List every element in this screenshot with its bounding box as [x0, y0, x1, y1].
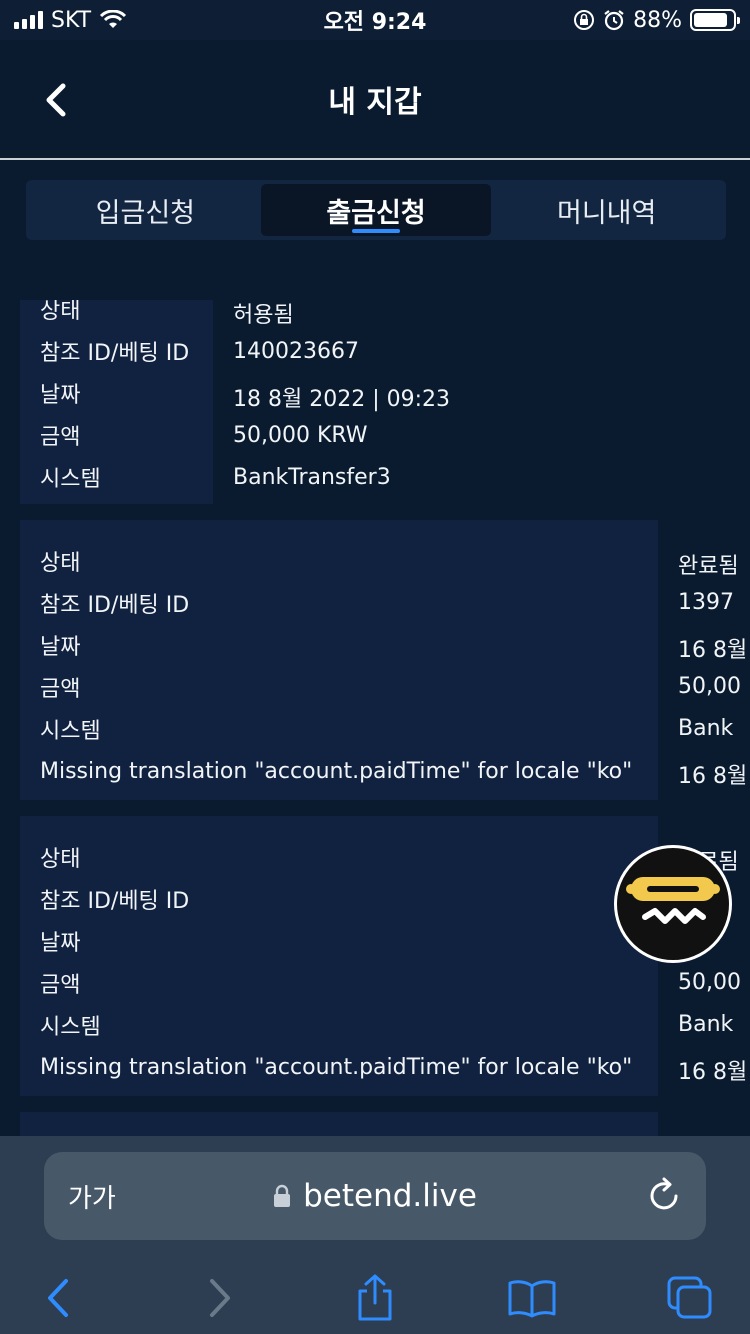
record-row: 금액 [40, 414, 193, 456]
record-row: 날짜 [40, 624, 638, 666]
record-value: 140023667 [233, 339, 359, 364]
record-row: Missing translation "account.paidTime" f… [40, 1046, 638, 1088]
browser-toolbar [0, 1262, 750, 1334]
bookmarks-button[interactable] [504, 1270, 560, 1326]
record-row: 시스템 [40, 1004, 638, 1046]
browser-back-button[interactable] [30, 1270, 86, 1326]
record-label: 날짜 [40, 635, 81, 660]
record-card: 상태 참조 ID/베팅 ID 날짜 금액 시스템 [20, 300, 213, 504]
record-value: Bank [678, 1012, 734, 1037]
record-label: 상태 [40, 551, 81, 576]
record-label: 시스템 [40, 1015, 101, 1040]
chevron-left-icon [48, 1279, 68, 1317]
url-text: betend.live [303, 1178, 477, 1214]
record-label: 금액 [40, 973, 81, 998]
record-value: 완료됨 [678, 554, 739, 579]
share-button[interactable] [347, 1270, 403, 1326]
record-row: 참조 ID/베팅 ID [40, 582, 638, 624]
url-display: betend.live [44, 1178, 706, 1214]
status-bar: SKT 오전 9:24 88% [0, 0, 750, 40]
record-row: 날짜 [40, 920, 638, 962]
record-row: 시스템 [40, 708, 638, 750]
record-row: 금액 [40, 666, 638, 708]
record-label: 참조 ID/베팅 ID [40, 341, 190, 366]
record-row: 날짜 [40, 372, 193, 414]
lock-icon [274, 1184, 291, 1207]
floating-logo-button[interactable] [614, 845, 732, 963]
record-value: 16 8월 [678, 1060, 748, 1085]
record-value: 50,000 KRW [233, 423, 368, 448]
hotdog-logo-icon [626, 877, 720, 924]
orientation-lock-icon [574, 10, 595, 30]
record-card: 상태 참조 ID/베팅 ID 날짜 금액 시스템 Missing transla… [20, 816, 658, 1096]
tabs-button[interactable] [662, 1270, 718, 1326]
record-label: 날짜 [40, 931, 81, 956]
record-card: 상태 참조 ID/베팅 ID 날짜 금액 시스템 Missing transla… [20, 520, 658, 800]
tab-withdraw[interactable]: 출금신청 [260, 184, 492, 236]
record-value: 1397 [678, 590, 734, 615]
record-label: Missing translation "account.paidTime" f… [40, 758, 633, 784]
record-value: 16 8월 [678, 764, 748, 789]
record-row: 상태 [40, 540, 638, 582]
battery-fill [694, 13, 728, 27]
record-label: 날짜 [40, 383, 81, 408]
record-card [20, 1112, 658, 1136]
record-label: 상태 [40, 847, 81, 872]
record-row: 상태 [40, 836, 638, 878]
record-value: Bank [678, 716, 734, 741]
record-label: 상태 [40, 300, 81, 324]
page-title: 내 지갑 [328, 85, 422, 120]
wifi-icon [100, 10, 127, 28]
withdrawal-list[interactable]: 상태 참조 ID/베팅 ID 날짜 금액 시스템 허용됨 140023667 1… [0, 300, 750, 1136]
browser-bar: 가가 betend.live [0, 1136, 750, 1334]
chevron-right-icon [210, 1279, 230, 1317]
record-row: 상태 [40, 300, 193, 330]
record-row: 참조 ID/베팅 ID [40, 878, 638, 920]
status-right: 88% [573, 7, 740, 33]
record-row: Missing translation "account.paidTime" f… [40, 750, 638, 792]
tab-deposit[interactable]: 입금신청 [30, 184, 261, 236]
record-label: 참조 ID/베팅 ID [40, 593, 190, 618]
record-row: 금액 [40, 962, 638, 1004]
signal-icon [14, 11, 43, 29]
record-value: 50,00 [678, 674, 741, 699]
record-value: 50,00 [678, 970, 741, 995]
record-value: BankTransfer3 [233, 465, 391, 490]
browser-forward-button[interactable] [192, 1270, 248, 1326]
address-bar[interactable]: 가가 betend.live [44, 1152, 706, 1240]
record-value: 허용됨 [233, 303, 294, 328]
carrier-label: SKT [51, 7, 92, 33]
chevron-left-icon [46, 83, 66, 117]
record-label: Missing translation "account.paidTime" f… [40, 1054, 633, 1080]
book-icon [508, 1280, 556, 1318]
record-label: 시스템 [40, 719, 101, 744]
record-label: 시스템 [40, 467, 101, 492]
record-row: 시스템 [40, 456, 193, 498]
record-label: 금액 [40, 425, 81, 450]
record-row: 참조 ID/베팅 ID [40, 330, 193, 372]
reload-icon [650, 1177, 678, 1210]
share-icon [358, 1274, 392, 1321]
record-value: 16 8월 [678, 638, 748, 663]
tabs-icon [667, 1276, 712, 1319]
record-label: 참조 ID/베팅 ID [40, 889, 190, 914]
battery-icon [690, 9, 740, 31]
battery-percent: 88% [633, 7, 682, 33]
back-button[interactable] [34, 78, 78, 122]
record-label: 금액 [40, 677, 81, 702]
app-header: 내 지갑 [0, 40, 750, 160]
alarm-icon [604, 10, 624, 31]
tab-money-history[interactable]: 머니내역 [491, 184, 722, 236]
record-value: 18 8월 2022 | 09:23 [233, 387, 451, 412]
reload-button[interactable] [648, 1176, 682, 1218]
wallet-tabs: 입금신청 출금신청 머니내역 [26, 180, 726, 240]
status-left: SKT [14, 8, 127, 33]
